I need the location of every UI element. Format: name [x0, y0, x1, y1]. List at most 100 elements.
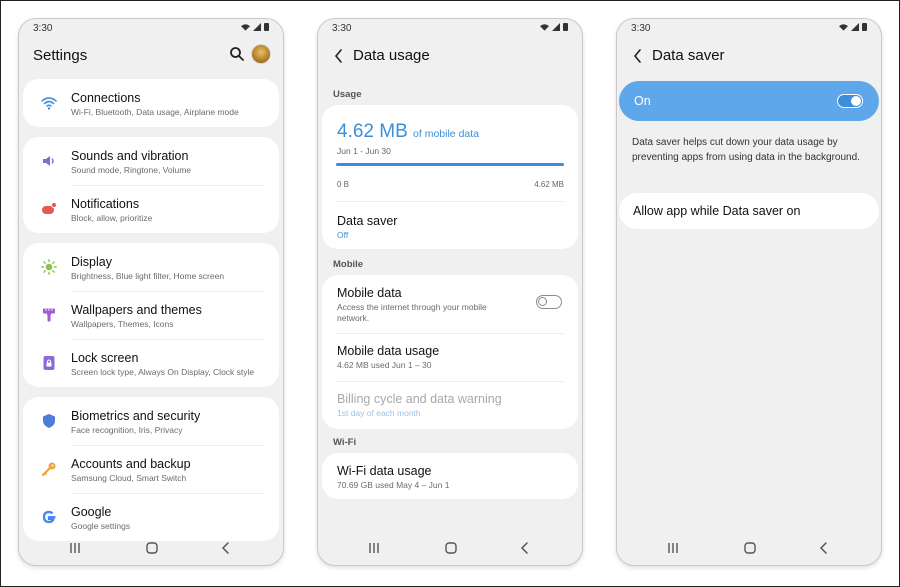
settings-item-subtitle: Face recognition, Iris, Privacy	[71, 425, 183, 435]
nav-back-icon[interactable]	[815, 539, 833, 557]
status-bar: 3:30	[318, 19, 582, 39]
usage-max-label: 4.62 MB	[534, 180, 564, 189]
signal-icon	[851, 23, 859, 31]
allow-app-label: Allow app while Data saver on	[633, 204, 801, 218]
home-icon[interactable]	[143, 539, 161, 557]
wifi-icon	[41, 97, 57, 110]
google-icon	[42, 510, 56, 524]
mobile-card: Mobile data Access the internet through …	[322, 275, 578, 429]
mobile-data-usage-subtitle: 4.62 MB used Jun 1 – 30	[337, 360, 432, 370]
settings-item-sounds[interactable]: Sounds and vibration Sound mode, Rington…	[23, 137, 279, 185]
settings-item-title: Wallpapers and themes	[71, 303, 202, 317]
recent-apps-icon[interactable]	[66, 539, 84, 557]
data-saver-status: Off	[337, 230, 349, 240]
recent-apps-icon[interactable]	[365, 539, 383, 557]
settings-screen: 3:30 Settings Connections Wi-Fi, Bluetoo…	[18, 18, 284, 566]
settings-item-accounts[interactable]: Accounts and backup Samsung Cloud, Smart…	[23, 445, 279, 493]
settings-item-title: Notifications	[71, 197, 140, 211]
data-saver-toggle[interactable]	[837, 94, 863, 108]
data-saver-description: Data saver helps cut down your data usag…	[632, 137, 860, 163]
usage-amount-suffix: of mobile data	[413, 128, 480, 140]
mobile-data-usage-title: Mobile data usage	[337, 344, 440, 358]
data-usage-screen: 3:30 Data usage Usage 4.62 MB of mobile …	[317, 18, 583, 566]
settings-item-notifications[interactable]: Notifications Block, allow, prioritize	[23, 185, 279, 233]
settings-item-subtitle: Screen lock type, Always On Display, Clo…	[71, 367, 255, 377]
settings-item-biometrics[interactable]: Biometrics and security Face recognition…	[23, 397, 279, 445]
usage-card: 4.62 MB of mobile data Jun 1 - Jun 30 0 …	[322, 105, 578, 249]
lock-icon	[43, 356, 55, 370]
data-saver-master-switch[interactable]: On	[619, 81, 879, 121]
back-arrow-icon[interactable]	[330, 45, 348, 67]
settings-item-subtitle: Block, allow, prioritize	[71, 213, 153, 223]
toggle-knob	[851, 96, 861, 106]
usage-progress-bar	[336, 163, 564, 166]
toggle-knob	[538, 297, 547, 306]
settings-item-subtitle: Samsung Cloud, Smart Switch	[71, 473, 187, 483]
nav-back-icon[interactable]	[516, 539, 534, 557]
mobile-data-item[interactable]: Mobile data Access the internet through …	[322, 275, 578, 333]
settings-group-connections: Connections Wi-Fi, Bluetooth, Data usage…	[23, 79, 279, 127]
wifi-status-icon	[839, 24, 848, 31]
billing-cycle-title: Billing cycle and data warning	[337, 392, 502, 406]
settings-item-subtitle: Google settings	[71, 521, 131, 531]
section-label-wifi: Wi-Fi	[333, 437, 357, 448]
section-label-mobile: Mobile	[333, 259, 364, 270]
usage-date-range: Jun 1 - Jun 30	[337, 146, 391, 156]
wifi-card: Wi-Fi data usage 70.69 GB used May 4 – J…	[322, 453, 578, 499]
page-title: Settings	[33, 47, 88, 64]
status-time: 3:30	[332, 23, 352, 34]
back-arrow-icon[interactable]	[629, 45, 647, 67]
settings-header: Settings	[19, 43, 283, 79]
avatar[interactable]	[251, 44, 271, 64]
settings-item-display[interactable]: Display Brightness, Blue light filter, H…	[23, 243, 279, 291]
settings-group-display: Display Brightness, Blue light filter, H…	[23, 243, 279, 387]
page-title: Data usage	[353, 47, 430, 64]
mobile-data-toggle[interactable]	[536, 295, 562, 309]
status-time: 3:30	[631, 23, 651, 34]
search-icon[interactable]	[229, 46, 245, 62]
wifi-status-icon	[241, 24, 250, 31]
billing-cycle-item: Billing cycle and data warning 1st day o…	[322, 381, 578, 429]
settings-item-title: Biometrics and security	[71, 409, 201, 423]
settings-item-subtitle: Sound mode, Ringtone, Volume	[71, 165, 192, 175]
home-icon[interactable]	[741, 539, 759, 557]
billing-cycle-subtitle: 1st day of each month	[337, 408, 421, 418]
settings-item-title: Connections	[71, 91, 141, 105]
data-saver-title: Data saver	[337, 214, 398, 228]
settings-item-lock-screen[interactable]: Lock screen Screen lock type, Always On …	[23, 339, 279, 387]
settings-group-security: Biometrics and security Face recognition…	[23, 397, 279, 541]
mobile-data-subtitle-line1: Access the internet through your mobile	[337, 302, 487, 312]
signal-icon	[552, 23, 560, 31]
wifi-data-usage-subtitle: 70.69 GB used May 4 – Jun 1	[337, 480, 450, 490]
settings-item-subtitle: Wallpapers, Themes, Icons	[71, 319, 174, 329]
settings-item-title: Lock screen	[71, 351, 139, 365]
mobile-data-usage-item[interactable]: Mobile data usage 4.62 MB used Jun 1 – 3…	[322, 333, 578, 381]
settings-item-wallpapers[interactable]: Wallpapers and themes Wallpapers, Themes…	[23, 291, 279, 339]
volume-icon	[43, 156, 54, 166]
battery-icon	[264, 23, 269, 31]
settings-item-subtitle: Brightness, Blue light filter, Home scre…	[71, 271, 225, 281]
usage-min-label: 0 B	[337, 180, 350, 189]
allow-app-item[interactable]: Allow app while Data saver on	[619, 193, 879, 229]
data-saver-screen: 3:30 Data saver On Data saver helps cut …	[616, 18, 882, 566]
data-usage-header: Data usage	[318, 43, 582, 79]
settings-item-google[interactable]: Google Google settings	[23, 493, 279, 541]
status-bar: 3:30	[19, 19, 283, 39]
page-title: Data saver	[652, 47, 725, 64]
status-icons	[241, 23, 269, 31]
status-icons	[540, 23, 568, 31]
data-saver-item[interactable]: Data saver Off	[322, 201, 578, 249]
wifi-data-usage-item[interactable]: Wi-Fi data usage 70.69 GB used May 4 – J…	[322, 453, 578, 499]
nav-back-icon[interactable]	[217, 539, 235, 557]
key-icon	[41, 462, 56, 477]
recent-apps-icon[interactable]	[664, 539, 682, 557]
battery-icon	[862, 23, 867, 31]
navigation-bar	[318, 537, 582, 559]
home-icon[interactable]	[442, 539, 460, 557]
status-bar: 3:30	[617, 19, 881, 39]
settings-item-title: Sounds and vibration	[71, 149, 189, 163]
navigation-bar	[19, 537, 283, 559]
settings-item-connections[interactable]: Connections Wi-Fi, Bluetooth, Data usage…	[23, 79, 279, 127]
settings-item-subtitle: Wi-Fi, Bluetooth, Data usage, Airplane m…	[71, 107, 239, 117]
mobile-data-title: Mobile data	[337, 286, 402, 300]
